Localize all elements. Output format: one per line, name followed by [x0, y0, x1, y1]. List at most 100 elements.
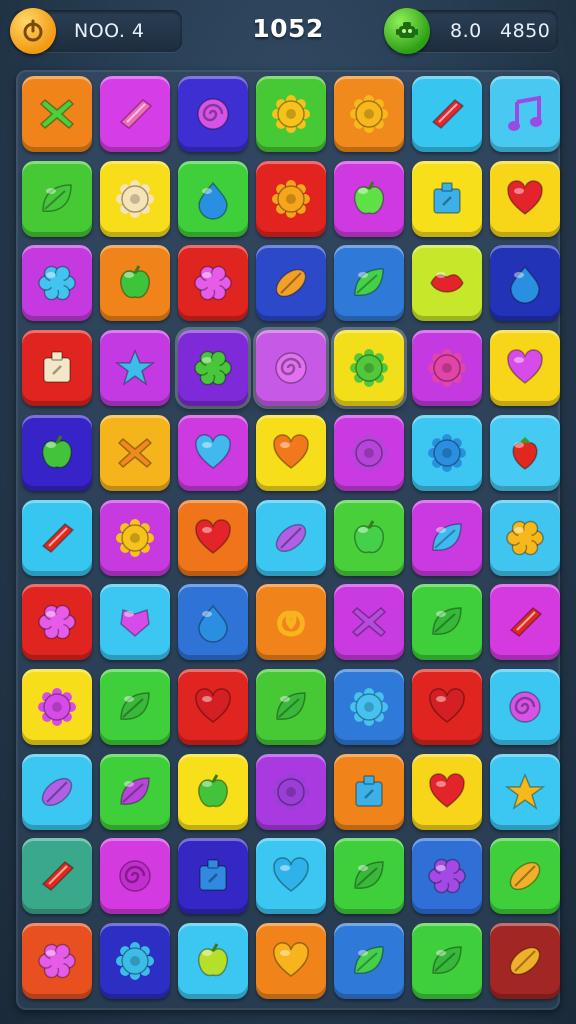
apple-icon	[353, 519, 385, 553]
game-tile[interactable]	[412, 668, 482, 745]
game-tile[interactable]	[490, 584, 560, 661]
shield-icon	[120, 609, 150, 638]
game-tile[interactable]	[334, 414, 404, 491]
game-tile[interactable]	[334, 245, 404, 322]
game-tile[interactable]	[490, 245, 560, 322]
football-icon	[509, 862, 541, 891]
power-button[interactable]	[10, 8, 56, 54]
lips-icon	[430, 272, 464, 294]
x-icon	[117, 437, 153, 468]
gear-icon	[116, 179, 154, 218]
gear-icon	[428, 349, 466, 388]
game-tile[interactable]	[334, 668, 404, 745]
football-icon	[275, 269, 307, 298]
game-tile[interactable]	[100, 584, 170, 661]
game-tile[interactable]	[178, 414, 248, 491]
game-tile[interactable]	[412, 245, 482, 322]
game-tile[interactable]	[334, 330, 404, 407]
game-tile[interactable]	[256, 160, 326, 237]
game-tile[interactable]	[412, 923, 482, 999]
gear-icon	[350, 95, 388, 133]
game-tile[interactable]	[22, 584, 92, 661]
game-tile[interactable]	[256, 245, 326, 322]
game-tile[interactable]	[22, 245, 92, 322]
game-tile[interactable]	[22, 753, 92, 830]
game-tile[interactable]	[490, 923, 560, 999]
gear-icon	[272, 179, 310, 218]
game-tile[interactable]	[334, 838, 404, 915]
game-tile[interactable]	[490, 76, 560, 152]
game-tile[interactable]	[100, 499, 170, 576]
game-tile[interactable]	[256, 753, 326, 830]
game-tile[interactable]	[256, 584, 326, 661]
game-tile[interactable]	[256, 838, 326, 915]
game-tile[interactable]	[256, 499, 326, 576]
game-tile[interactable]	[334, 160, 404, 237]
game-tile[interactable]	[22, 838, 92, 915]
game-tile[interactable]	[178, 584, 248, 661]
game-tile[interactable]	[256, 668, 326, 745]
game-tile[interactable]	[178, 923, 248, 999]
game-tile[interactable]	[412, 838, 482, 915]
game-tile[interactable]	[22, 668, 92, 745]
game-tile[interactable]	[178, 838, 248, 915]
apple-icon	[197, 943, 229, 977]
game-tile[interactable]	[412, 76, 482, 152]
game-tile[interactable]	[490, 160, 560, 237]
game-tile[interactable]	[412, 414, 482, 491]
game-tile[interactable]	[412, 499, 482, 576]
game-tile[interactable]	[100, 330, 170, 407]
game-tile[interactable]	[334, 76, 404, 152]
game-tile[interactable]	[334, 499, 404, 576]
game-tile[interactable]	[100, 753, 170, 830]
game-tile[interactable]	[22, 499, 92, 576]
game-tile[interactable]	[490, 499, 560, 576]
game-tile[interactable]	[256, 923, 326, 999]
game-tile[interactable]	[100, 160, 170, 237]
game-tile[interactable]	[490, 753, 560, 830]
game-tile[interactable]	[178, 76, 248, 152]
apple-icon	[119, 265, 151, 299]
game-tile[interactable]	[334, 584, 404, 661]
game-tile[interactable]	[100, 838, 170, 915]
game-tile[interactable]	[490, 414, 560, 491]
game-tile[interactable]	[22, 160, 92, 237]
game-tile[interactable]	[412, 160, 482, 237]
game-tile[interactable]	[334, 753, 404, 830]
game-tile[interactable]	[490, 668, 560, 745]
game-tile[interactable]	[178, 668, 248, 745]
game-tile[interactable]	[178, 330, 248, 407]
robot-badge-button[interactable]	[384, 8, 430, 54]
game-tile[interactable]	[334, 923, 404, 999]
game-tile[interactable]	[100, 245, 170, 322]
game-tile[interactable]	[178, 753, 248, 830]
football-icon	[275, 523, 307, 552]
diamond-icon	[509, 607, 543, 638]
game-tile[interactable]	[100, 76, 170, 152]
game-tile[interactable]	[178, 499, 248, 576]
game-tile[interactable]	[490, 838, 560, 915]
game-tile[interactable]	[256, 330, 326, 407]
game-tile[interactable]	[22, 414, 92, 491]
star-icon	[114, 349, 156, 387]
football-icon	[41, 777, 73, 806]
game-tile[interactable]	[22, 330, 92, 407]
game-tile[interactable]	[178, 160, 248, 237]
game-tile[interactable]	[256, 76, 326, 152]
game-tile[interactable]	[22, 76, 92, 152]
game-tile[interactable]	[22, 923, 92, 999]
game-tile[interactable]	[256, 414, 326, 491]
game-tile[interactable]	[490, 330, 560, 407]
flower-icon	[506, 520, 544, 555]
game-tile[interactable]	[412, 753, 482, 830]
heart-icon	[273, 857, 309, 893]
game-tile[interactable]	[412, 330, 482, 407]
game-tile[interactable]	[100, 923, 170, 999]
flower-icon	[38, 943, 76, 979]
game-tile[interactable]	[412, 584, 482, 661]
apple-icon	[41, 435, 73, 469]
diamond-icon	[41, 522, 75, 553]
game-tile[interactable]	[178, 245, 248, 322]
game-tile[interactable]	[100, 414, 170, 491]
game-tile[interactable]	[100, 668, 170, 745]
